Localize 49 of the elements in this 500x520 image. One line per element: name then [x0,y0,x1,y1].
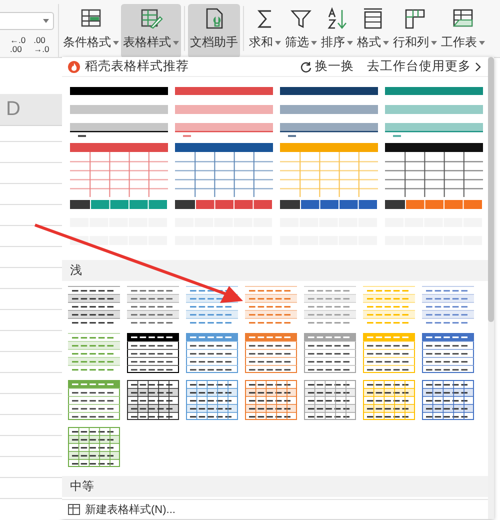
section-header: 浅 [70,262,82,279]
table-style-thumbnail[interactable] [385,85,483,140]
table-style-thumbnail[interactable] [127,286,179,326]
decimal-button[interactable]: .00 →.0 [34,36,50,54]
table-style-thumbnail[interactable] [127,380,179,420]
chevron-right-icon [474,62,482,72]
caret-icon [43,19,49,23]
table-style-thumbnail[interactable] [68,286,120,326]
table-style-thumbnail[interactable] [245,380,297,420]
format-icon [361,7,385,31]
table-style-thumbnail[interactable] [186,380,238,420]
more-link[interactable]: 去工作台使用更多 [367,58,482,75]
panel-title: 稻壳表格样式推荐 [85,58,189,75]
new-table-style-item[interactable]: 新建表格样式(N)... [62,499,488,519]
table-style-thumbnail[interactable] [245,333,297,373]
table-style-thumbnail[interactable] [363,286,415,326]
table-style-thumbnail[interactable] [385,143,483,197]
table-style-thumbnail[interactable] [422,333,474,373]
table-style-thumbnail[interactable] [186,333,238,373]
refresh-link[interactable]: 换一换 [300,58,354,75]
table-style-thumbnail[interactable] [175,85,273,140]
rows-columns-icon [403,7,427,31]
table-style-thumbnail[interactable] [280,85,378,140]
table-style-thumbnail[interactable] [127,333,179,373]
table-style-thumbnail[interactable] [70,85,168,140]
table-style-thumbnail[interactable] [280,143,378,197]
table-style-thumbnail[interactable] [304,333,356,373]
flame-icon [68,60,80,72]
table-style-thumbnail[interactable] [175,143,273,197]
refresh-icon [300,60,312,72]
table-icon [68,504,80,515]
ribbon-tool-button[interactable]: 表格样式 [121,4,181,58]
sort-icon [325,7,349,31]
section-header: 中等 [70,478,94,495]
table-style-thumbnail[interactable] [68,427,120,467]
table-style-thumbnail[interactable] [68,333,120,373]
table-style-thumbnail[interactable] [304,380,356,420]
column-header: D [6,98,20,121]
number-format-field[interactable] [0,12,54,30]
decimal-button[interactable]: ←.0 .00 [10,36,26,54]
table-style-thumbnail[interactable] [422,286,474,326]
table-pencil-icon [139,7,163,31]
table-style-thumbnail[interactable] [304,286,356,326]
table-style-thumbnail[interactable] [245,286,297,326]
table-style-thumbnail[interactable] [70,143,168,197]
scrollbar-thumb[interactable] [488,57,494,322]
table-style-thumbnail[interactable] [422,380,474,420]
ribbon-tool-button[interactable]: 文档助手 [188,4,240,58]
table-style-thumbnail[interactable] [68,380,120,420]
